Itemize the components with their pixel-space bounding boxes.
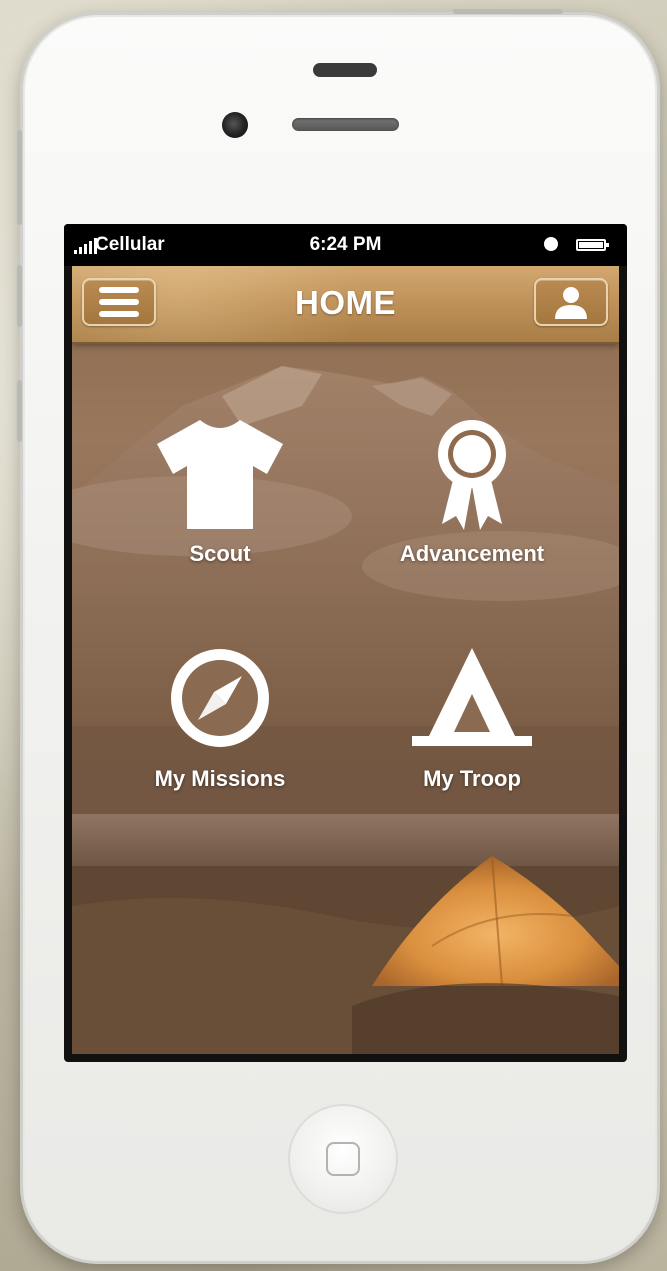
power-button bbox=[453, 9, 563, 14]
scout-tile[interactable]: Scout bbox=[110, 416, 330, 567]
my-missions-label: My Missions bbox=[154, 766, 286, 791]
speaker-grille bbox=[292, 118, 399, 131]
battery-icon bbox=[576, 239, 609, 251]
my-missions-tile[interactable]: My Missions bbox=[110, 646, 330, 792]
status-time: 6:24 PM bbox=[309, 234, 382, 255]
earpiece bbox=[313, 63, 377, 77]
my-troop-label: My Troop bbox=[423, 766, 521, 791]
t-shirt-icon bbox=[157, 420, 283, 529]
profile-button[interactable] bbox=[534, 278, 608, 326]
ribbon-award-icon bbox=[438, 420, 506, 530]
home-button[interactable] bbox=[288, 1104, 398, 1214]
phone-screen: Cellular 6:24 PM HOME Scout Advancement … bbox=[64, 224, 627, 1062]
tent-icon bbox=[412, 648, 532, 746]
compass-icon bbox=[171, 649, 269, 747]
home-button-square-icon bbox=[326, 1142, 360, 1176]
status-bar: Cellular 6:24 PM bbox=[64, 224, 627, 266]
scout-label: Scout bbox=[189, 541, 251, 566]
alarm-clock-icon bbox=[544, 237, 558, 251]
advancement-label: Advancement bbox=[399, 541, 545, 566]
home-screen: HOME Scout Advancement My Missions My Tr… bbox=[72, 266, 619, 1054]
my-troop-tile[interactable]: My Troop bbox=[362, 646, 582, 792]
top-navigation-bar: HOME bbox=[72, 266, 619, 344]
volume-up-button bbox=[17, 265, 22, 327]
mute-switch bbox=[17, 130, 22, 225]
front-camera bbox=[222, 112, 248, 138]
user-profile-icon bbox=[555, 287, 587, 319]
advancement-tile[interactable]: Advancement bbox=[362, 416, 582, 567]
volume-down-button bbox=[17, 380, 22, 442]
